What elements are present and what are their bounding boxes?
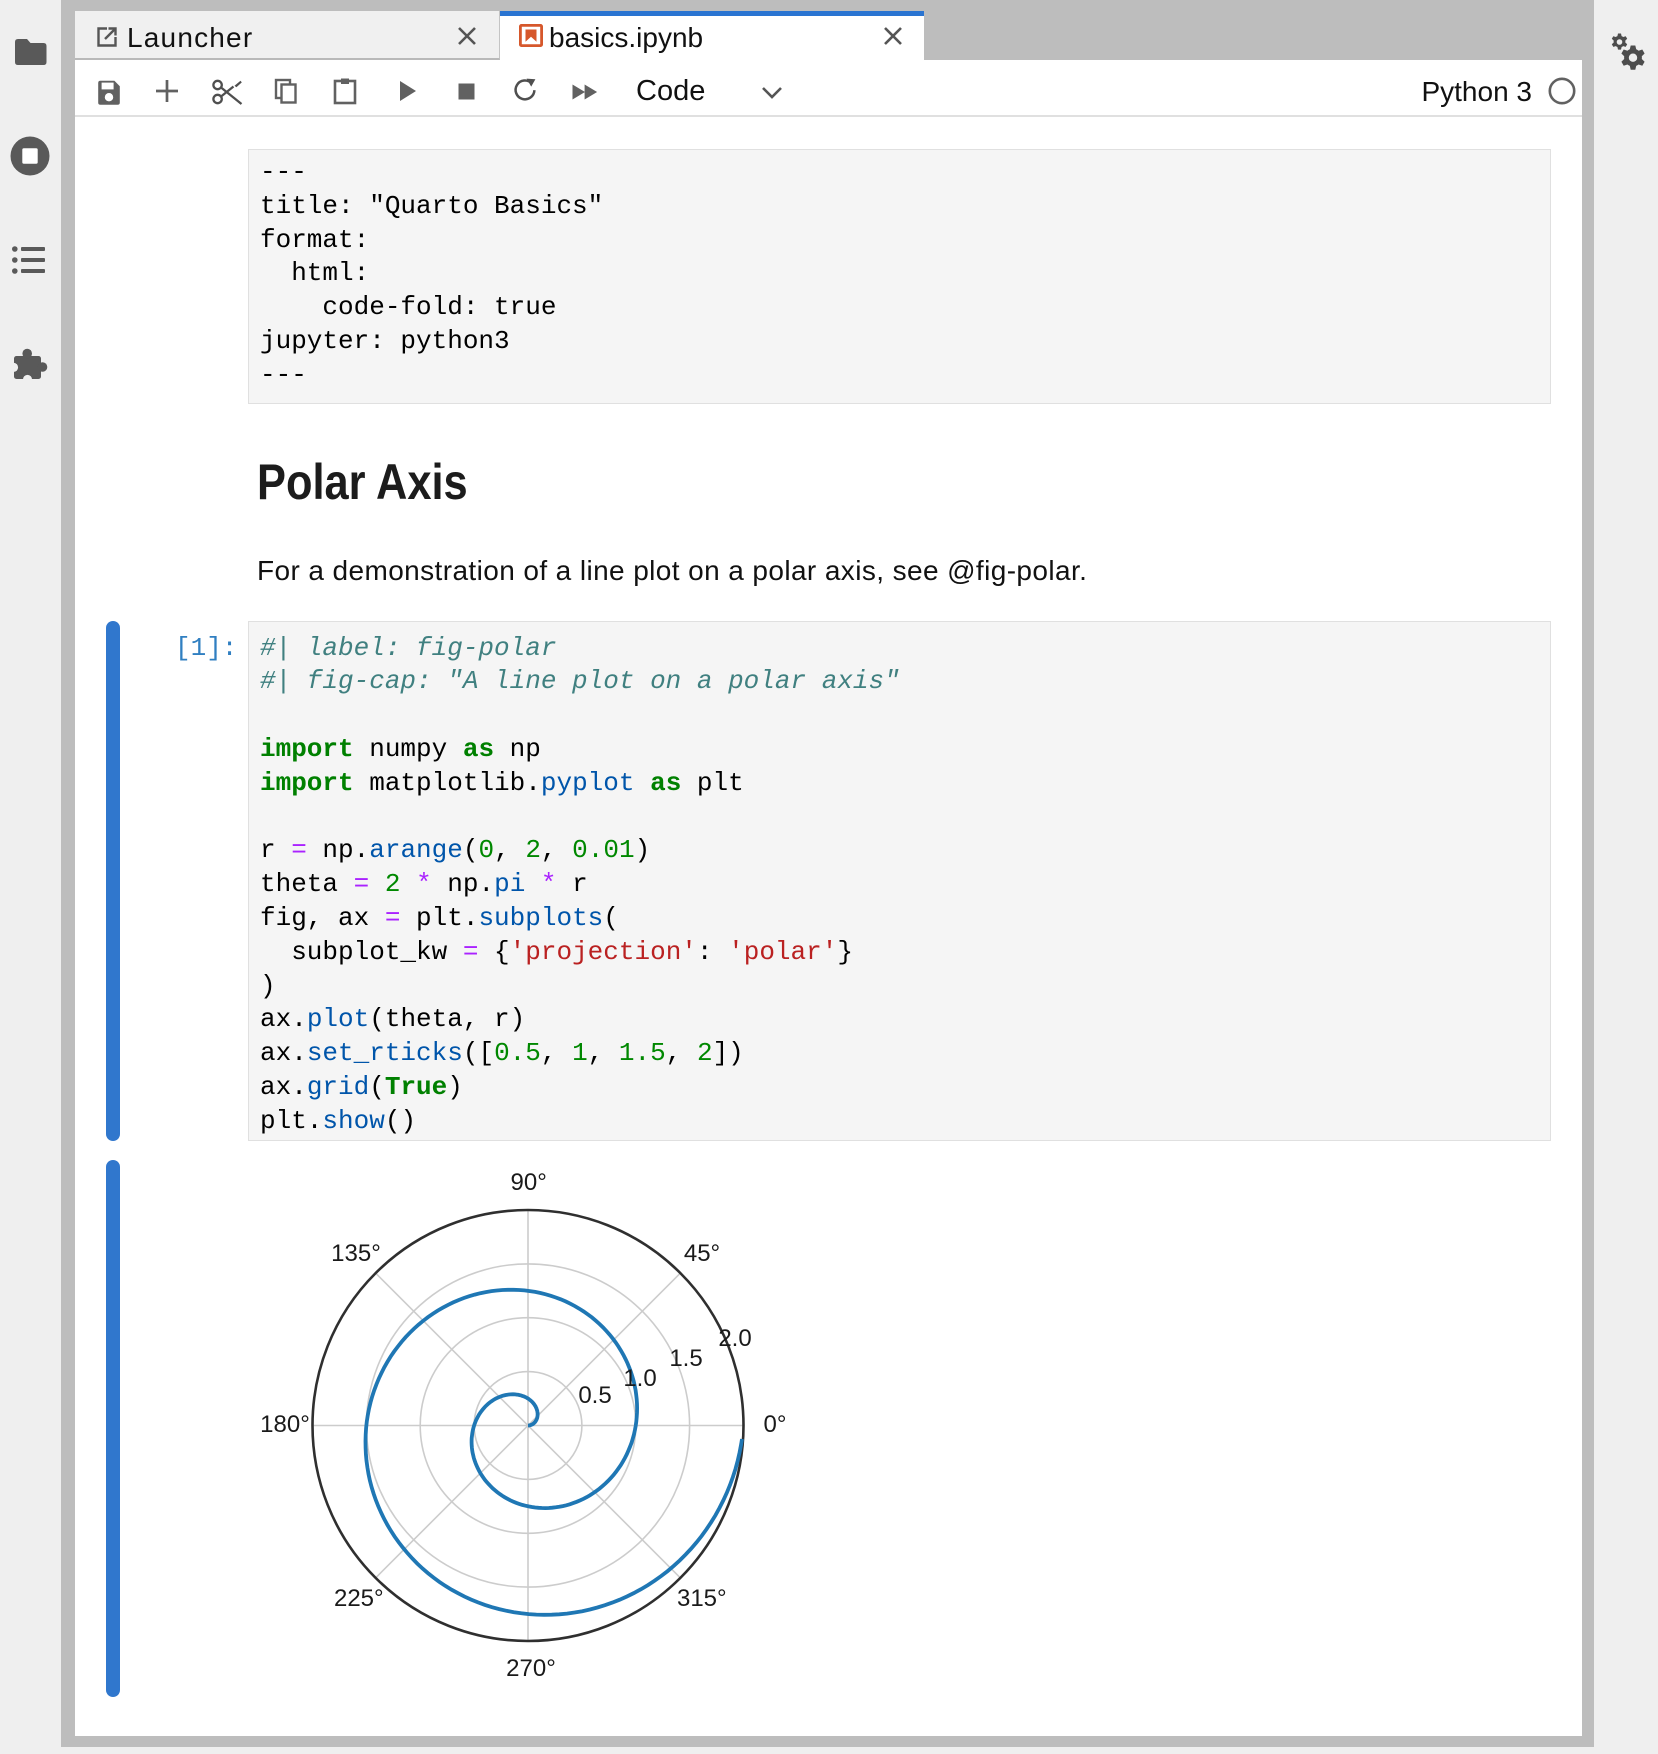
svg-text:2.0: 2.0	[718, 1325, 751, 1352]
svg-text:270°: 270°	[506, 1655, 556, 1682]
svg-text:45°: 45°	[684, 1240, 720, 1267]
svg-text:0°: 0°	[764, 1411, 787, 1438]
svg-text:0.5: 0.5	[578, 1382, 611, 1409]
svg-text:90°: 90°	[511, 1169, 547, 1196]
svg-text:1.5: 1.5	[669, 1345, 702, 1372]
svg-text:135°: 135°	[331, 1240, 381, 1267]
svg-text:225°: 225°	[334, 1585, 384, 1612]
svg-text:180°: 180°	[260, 1411, 310, 1438]
svg-text:1.0: 1.0	[623, 1365, 656, 1392]
svg-text:315°: 315°	[677, 1585, 727, 1612]
